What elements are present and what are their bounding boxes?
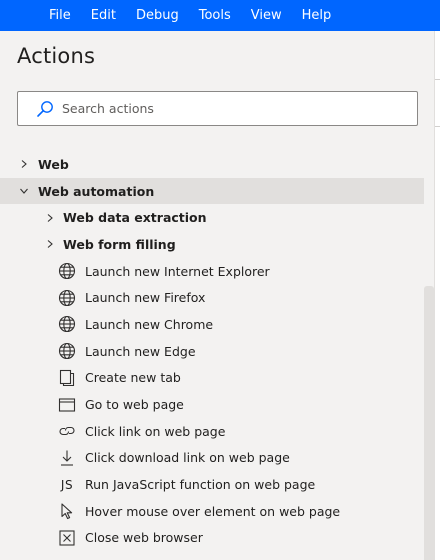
action-go-to-web-page[interactable]: Go to web page [0, 391, 424, 418]
javascript-icon: JS [60, 477, 74, 492]
divider [435, 79, 440, 80]
menu-help[interactable]: Help [292, 0, 342, 31]
action-click-download-link[interactable]: Click download link on web page [0, 445, 424, 472]
action-click-link[interactable]: Click link on web page [0, 418, 424, 445]
globe-icon [58, 289, 76, 307]
close-browser-icon [58, 529, 76, 547]
menu-view[interactable]: View [241, 0, 292, 31]
action-label: Go to web page [85, 397, 184, 413]
link-icon [58, 422, 76, 440]
chevron-right-icon[interactable] [19, 159, 29, 169]
cursor-icon [58, 502, 76, 520]
action-label: Close web browser [85, 530, 203, 546]
right-edge-panel [434, 31, 440, 560]
panel-title: Actions [17, 44, 96, 68]
action-label: Launch new Chrome [85, 316, 214, 332]
action-label: Run JavaScript function on web page [85, 477, 316, 493]
action-label: Launch new Firefox [85, 290, 206, 306]
action-label: Launch new Internet Explorer [85, 263, 270, 279]
action-create-new-tab[interactable]: Create new tab [0, 365, 424, 392]
actions-panel: Actions Web Web automation W [0, 31, 434, 560]
tree-item-label: Web data extraction [63, 210, 207, 226]
browser-window-icon [58, 396, 76, 414]
download-icon [58, 449, 76, 467]
globe-icon [58, 315, 76, 333]
menu-debug[interactable]: Debug [126, 0, 189, 31]
action-launch-firefox[interactable]: Launch new Firefox [0, 284, 424, 311]
search-icon [36, 100, 54, 118]
divider [435, 126, 440, 127]
vertical-scrollbar[interactable] [424, 286, 434, 560]
menu-bar: File Edit Debug Tools View Help [0, 0, 440, 31]
action-label: Launch new Edge [85, 343, 196, 359]
tree-item-label: Web automation [38, 183, 155, 199]
action-launch-internet-explorer[interactable]: Launch new Internet Explorer [0, 258, 424, 285]
chevron-down-icon[interactable] [19, 186, 29, 196]
action-label: Click link on web page [85, 423, 226, 439]
tree-item-web-data-extraction[interactable]: Web data extraction [0, 204, 424, 231]
action-close-web-browser[interactable]: Close web browser [0, 525, 424, 552]
tree-item-web[interactable]: Web [0, 151, 424, 178]
search-box[interactable] [17, 91, 418, 126]
tree-item-web-form-filling[interactable]: Web form filling [0, 231, 424, 258]
action-label: Hover mouse over element on web page [85, 503, 341, 519]
menu-file[interactable]: File [39, 0, 81, 31]
action-hover-mouse[interactable]: Hover mouse over element on web page [0, 498, 424, 525]
action-launch-edge[interactable]: Launch new Edge [0, 338, 424, 365]
tree-item-web-automation[interactable]: Web automation [0, 177, 424, 205]
actions-tree: Web Web automation Web data extraction W… [0, 151, 424, 551]
new-tab-icon [58, 369, 76, 387]
action-label: Create new tab [85, 370, 181, 386]
tree-item-label: Web form filling [63, 236, 176, 252]
action-label: Click download link on web page [85, 450, 290, 466]
menu-edit[interactable]: Edit [81, 0, 126, 31]
search-input[interactable] [62, 101, 362, 116]
tree-item-label: Web [38, 156, 69, 172]
action-launch-chrome[interactable]: Launch new Chrome [0, 311, 424, 338]
globe-icon [58, 262, 76, 280]
chevron-right-icon[interactable] [45, 239, 55, 249]
globe-icon [58, 342, 76, 360]
action-run-javascript[interactable]: JS Run JavaScript function on web page [0, 471, 424, 498]
menu-tools[interactable]: Tools [189, 0, 241, 31]
chevron-right-icon[interactable] [45, 213, 55, 223]
